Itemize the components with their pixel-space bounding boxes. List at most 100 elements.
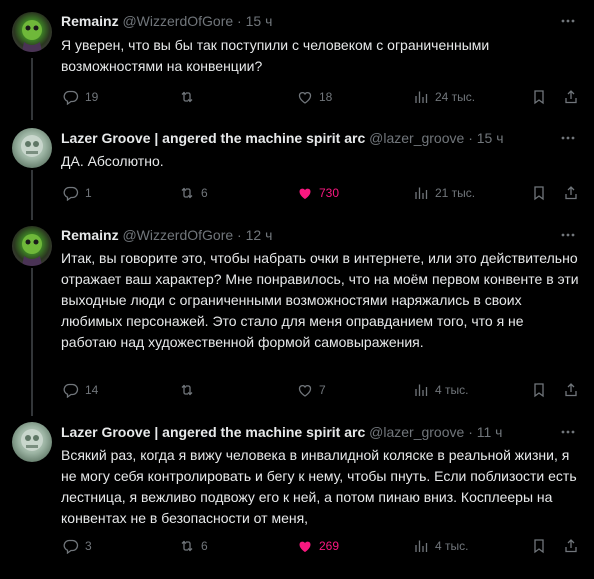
views-button[interactable]: 4 тыс. <box>413 380 468 400</box>
timestamp[interactable]: 15 ч <box>246 13 273 29</box>
author-handle[interactable]: @WizzerdOfGore <box>122 13 233 29</box>
tweet-text: Я уверен, что вы бы так поступили с чело… <box>61 37 490 74</box>
reply-count: 14 <box>85 383 99 397</box>
share-icon <box>565 90 577 104</box>
repost-button[interactable]: 6 <box>179 183 208 203</box>
like-icon <box>298 385 312 397</box>
author-handle[interactable]: @lazer_groove <box>369 130 464 146</box>
like-icon <box>299 541 311 552</box>
reply-button[interactable]: 3 <box>63 536 92 556</box>
views-icon <box>415 384 428 396</box>
repost-button[interactable] <box>179 87 201 107</box>
repost-count: 6 <box>201 539 208 553</box>
bookmark-icon <box>534 383 544 398</box>
repost-button[interactable] <box>179 380 201 400</box>
tweet-text: ДА. Абсолютно. <box>61 153 164 169</box>
timestamp[interactable]: 11 ч <box>477 424 503 440</box>
repost-icon <box>181 540 193 552</box>
reply-button[interactable]: 1 <box>63 183 92 203</box>
more-icon[interactable] <box>560 13 576 29</box>
author-name[interactable]: Lazer Groove | angered the machine spiri… <box>61 424 365 440</box>
like-button[interactable]: 7 <box>297 380 326 400</box>
views-button[interactable]: 24 тыс. <box>413 87 475 107</box>
views-icon <box>415 91 428 103</box>
bookmark-button[interactable] <box>531 87 547 107</box>
views-button[interactable]: 4 тыс. <box>413 536 468 556</box>
separator-dot: · <box>468 424 473 440</box>
author-name[interactable]: Lazer Groove | angered the machine spiri… <box>61 130 365 146</box>
tweet-text: Всякий раз, когда я вижу человека в инва… <box>61 447 577 526</box>
separator-dot: · <box>237 227 242 243</box>
avatar[interactable] <box>12 12 52 52</box>
view-count: 21 тыс. <box>435 186 476 200</box>
bookmark-button[interactable] <box>531 380 547 400</box>
tweet-header: Remainz @WizzerdOfGore · 15 ч <box>61 12 574 30</box>
like-count: 269 <box>319 539 340 553</box>
tweet-actions: 14 7 4 тыс. <box>61 380 580 400</box>
separator-dot: · <box>237 13 242 29</box>
share-button[interactable] <box>563 380 579 400</box>
reply-count: 3 <box>85 539 92 553</box>
tweet-header: Lazer Groove | angered the machine spiri… <box>61 423 574 441</box>
more-icon[interactable] <box>560 424 576 440</box>
reply-icon <box>63 383 79 398</box>
bookmark-icon <box>534 539 544 554</box>
author-handle[interactable]: @WizzerdOfGore <box>122 227 233 243</box>
like-count: 7 <box>319 383 326 397</box>
separator-dot: · <box>468 130 473 146</box>
view-count: 4 тыс. <box>435 383 469 397</box>
share-button[interactable] <box>563 536 579 556</box>
like-count: 730 <box>319 186 340 200</box>
repost-count: 6 <box>201 186 208 200</box>
share-button[interactable] <box>563 183 579 203</box>
avatar[interactable] <box>12 226 52 266</box>
tweet[interactable]: Remainz @WizzerdOfGore · 15 ч Я уверен, … <box>0 0 594 120</box>
share-button[interactable] <box>563 87 579 107</box>
bookmark-button[interactable] <box>531 183 547 203</box>
author-handle[interactable]: @lazer_groove <box>369 424 464 440</box>
timestamp[interactable]: 15 ч <box>477 130 504 146</box>
like-icon <box>298 92 312 104</box>
author-name[interactable]: Remainz <box>61 13 119 29</box>
more-icon[interactable] <box>560 227 576 243</box>
reply-count: 1 <box>85 186 92 200</box>
tweet-actions: 3 6 269 4 тыс. <box>61 536 580 556</box>
tweet-header: Remainz @WizzerdOfGore · 12 ч <box>61 226 574 244</box>
like-button[interactable]: 269 <box>297 536 339 556</box>
more-icon[interactable] <box>560 130 576 146</box>
reply-icon <box>63 539 79 554</box>
tweet-header: Lazer Groove | angered the machine spiri… <box>61 129 574 147</box>
views-button[interactable]: 21 тыс. <box>413 183 475 203</box>
like-button[interactable]: 18 <box>297 87 332 107</box>
like-button[interactable]: 730 <box>297 183 339 203</box>
like-count: 18 <box>319 90 333 104</box>
repost-icon <box>181 384 193 396</box>
timestamp[interactable]: 12 ч <box>246 227 273 243</box>
conversation-thread: Remainz @WizzerdOfGore · 15 ч Я уверен, … <box>0 0 594 579</box>
repost-icon <box>181 91 193 103</box>
reply-button[interactable]: 19 <box>63 87 98 107</box>
tweet-text: Итак, вы говорите это, чтобы набрать очк… <box>61 250 579 350</box>
like-icon <box>299 188 311 199</box>
repost-button[interactable]: 6 <box>179 536 208 556</box>
tweet[interactable]: Lazer Groove | angered the machine spiri… <box>0 416 594 579</box>
reply-button[interactable]: 14 <box>63 380 98 400</box>
view-count: 24 тыс. <box>435 90 476 104</box>
author-name[interactable]: Remainz <box>61 227 119 243</box>
view-count: 4 тыс. <box>435 539 469 553</box>
reply-count: 19 <box>85 90 99 104</box>
bookmark-icon <box>534 90 544 105</box>
share-icon <box>565 383 577 397</box>
tweet-actions: 1 6 730 21 тыс. <box>61 183 580 203</box>
avatar[interactable] <box>12 128 52 168</box>
share-icon <box>565 539 577 553</box>
tweet-actions: 19 18 24 тыс. <box>61 87 580 107</box>
reply-icon <box>63 186 79 201</box>
avatar[interactable] <box>12 422 52 462</box>
tweet[interactable]: Remainz @WizzerdOfGore · 12 ч Итак, вы г… <box>0 220 594 416</box>
views-icon <box>415 540 428 552</box>
tweet[interactable]: Lazer Groove | angered the machine spiri… <box>0 120 594 220</box>
share-icon <box>565 186 577 200</box>
bookmark-icon <box>534 186 544 201</box>
bookmark-button[interactable] <box>531 536 547 556</box>
